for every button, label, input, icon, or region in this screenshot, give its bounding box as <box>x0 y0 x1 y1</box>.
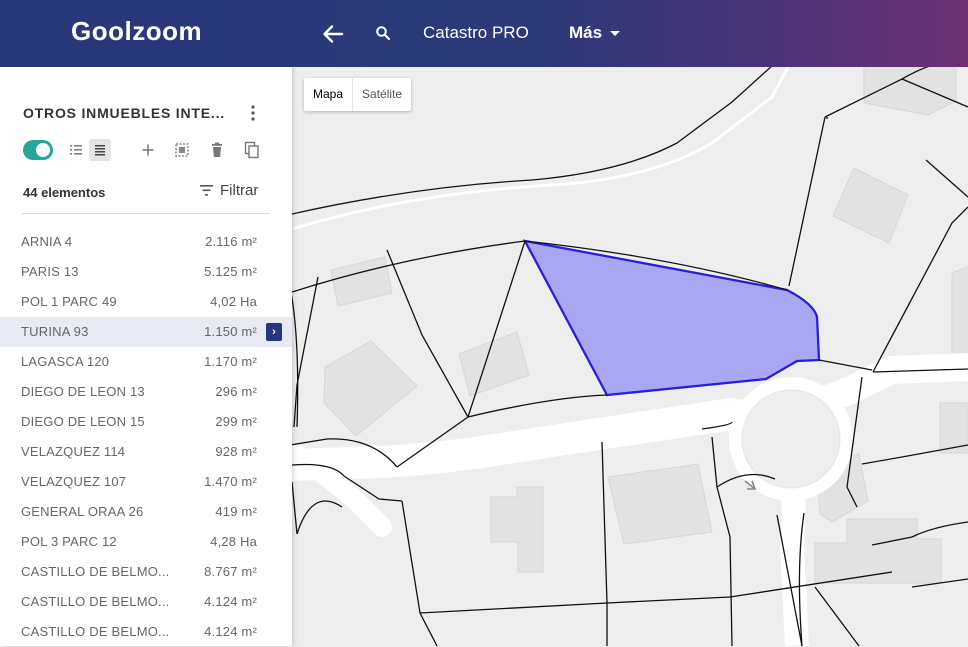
property-name: POL 3 PARC 12 <box>21 534 117 549</box>
property-area: 4,28 Ha <box>210 534 257 549</box>
property-list-item[interactable]: VELAZQUEZ 114 928 m² <box>0 437 292 467</box>
property-area: 296 m² <box>215 384 257 399</box>
arrow-left-icon[interactable] <box>321 22 345 46</box>
select-area-icon[interactable] <box>171 139 193 161</box>
property-area: 2.116 m² <box>205 234 257 249</box>
property-list-item[interactable]: POL 1 PARC 49 4,02 Ha <box>0 287 292 317</box>
property-list-item[interactable]: POL 3 PARC 12 4,28 Ha <box>0 527 292 557</box>
property-name: LAGASCA 120 <box>21 354 110 369</box>
property-name: CASTILLO DE BELMO... <box>21 624 170 639</box>
property-name: VELAZQUEZ 114 <box>21 444 126 459</box>
caret-down-icon <box>610 31 621 37</box>
property-area: 419 m² <box>215 504 257 519</box>
property-list-item[interactable]: ARNIA 4 2.116 m² <box>0 227 292 257</box>
cadastral-map[interactable]: Mapa Satélite <box>292 67 968 646</box>
property-area: 1.170 m² <box>204 354 257 369</box>
property-name: CASTILLO DE BELMO... <box>21 564 170 579</box>
chevron-right-icon[interactable]: › <box>266 323 282 341</box>
property-name: VELAZQUEZ 107 <box>21 474 127 489</box>
map-type-satellite-button[interactable]: Satélite <box>353 78 411 111</box>
building <box>490 486 544 573</box>
property-list-item[interactable]: DIEGO DE LEON 15 299 m² <box>0 407 292 437</box>
building <box>330 256 393 307</box>
divider <box>22 213 270 214</box>
property-list: ARNIA 4 2.116 m² PARIS 13 5.125 m² POL 1 PAR… <box>0 227 292 647</box>
property-list-item[interactable]: TURINA 93 1.150 m² › <box>0 317 292 347</box>
property-name: POL 1 PARC 49 <box>21 294 117 309</box>
property-name: TURINA 93 <box>21 324 89 339</box>
property-name: DIEGO DE LEON 15 <box>21 414 145 429</box>
sidebar-title: OTROS INMUEBLES INTE... <box>23 105 225 121</box>
layer-visibility-toggle[interactable] <box>23 140 53 160</box>
property-name: DIEGO DE LEON 13 <box>21 384 145 399</box>
properties-sidebar: OTROS INMUEBLES INTE... 44 elementos Fil… <box>0 67 292 646</box>
property-area: 4.124 m² <box>204 624 257 639</box>
property-area: 299 m² <box>215 414 257 429</box>
property-area: 4,02 Ha <box>210 294 257 309</box>
building <box>323 340 418 437</box>
property-name: PARIS 13 <box>21 264 79 279</box>
sidebar-toolbar <box>23 139 273 163</box>
filter-label: Filtrar <box>220 182 259 199</box>
nav-catastro-pro[interactable]: Catastro PRO <box>423 23 529 43</box>
property-list-item[interactable]: VELAZQUEZ 107 1.470 m² <box>0 467 292 497</box>
building <box>607 463 713 545</box>
property-list-item[interactable]: GENERAL ORAA 26 419 m² <box>0 497 292 527</box>
property-list-item[interactable]: CASTILLO DE BELMO... 8.767 m² <box>0 557 292 587</box>
delete-icon[interactable] <box>206 139 228 161</box>
building <box>458 331 530 397</box>
nav-mas-dropdown[interactable]: Más <box>569 23 621 43</box>
more-options-icon[interactable] <box>246 103 260 123</box>
filter-button[interactable]: Filtrar <box>200 182 258 199</box>
add-icon[interactable] <box>137 139 159 161</box>
copy-icon[interactable] <box>241 139 263 161</box>
elements-count: 44 elementos <box>23 185 106 200</box>
property-list-item[interactable]: LAGASCA 120 1.170 m² <box>0 347 292 377</box>
nav-mas-label: Más <box>569 23 603 42</box>
property-area: 8.767 m² <box>204 564 257 579</box>
property-area: 4.124 m² <box>204 594 257 609</box>
property-list-item[interactable]: CASTILLO DE BELMO... 4.124 m² <box>0 587 292 617</box>
building <box>814 518 942 584</box>
property-list-item[interactable]: PARIS 13 5.125 m² <box>0 257 292 287</box>
property-name: CASTILLO DE BELMO... <box>21 594 170 609</box>
property-area: 928 m² <box>215 444 257 459</box>
roundabout-center <box>741 389 841 489</box>
map-type-map-button[interactable]: Mapa <box>304 78 354 111</box>
logo[interactable]: Goolzoom <box>71 16 202 47</box>
filter-icon <box>200 185 213 196</box>
compact-list-icon[interactable] <box>89 139 111 161</box>
property-area: 1.470 m² <box>204 474 257 489</box>
search-icon[interactable] <box>375 25 391 41</box>
nav-catastro-label: Catastro PRO <box>423 23 529 42</box>
map-canvas[interactable] <box>292 67 968 646</box>
map-type-switcher: Mapa Satélite <box>304 78 412 111</box>
property-list-item[interactable]: DIEGO DE LEON 13 296 m² <box>0 377 292 407</box>
property-name: ARNIA 4 <box>21 234 73 249</box>
top-navigation-bar: Goolzoom Catastro PRO Más <box>0 0 968 67</box>
list-view-icon[interactable] <box>65 139 87 161</box>
property-name: GENERAL ORAA 26 <box>21 504 144 519</box>
selected-parcel[interactable] <box>522 239 821 397</box>
property-list-item[interactable]: CASTILLO DE BELMO... 4.124 m² <box>0 617 292 647</box>
building <box>832 167 909 244</box>
property-area: 1.150 m² <box>204 324 257 339</box>
property-area: 5.125 m² <box>204 264 257 279</box>
